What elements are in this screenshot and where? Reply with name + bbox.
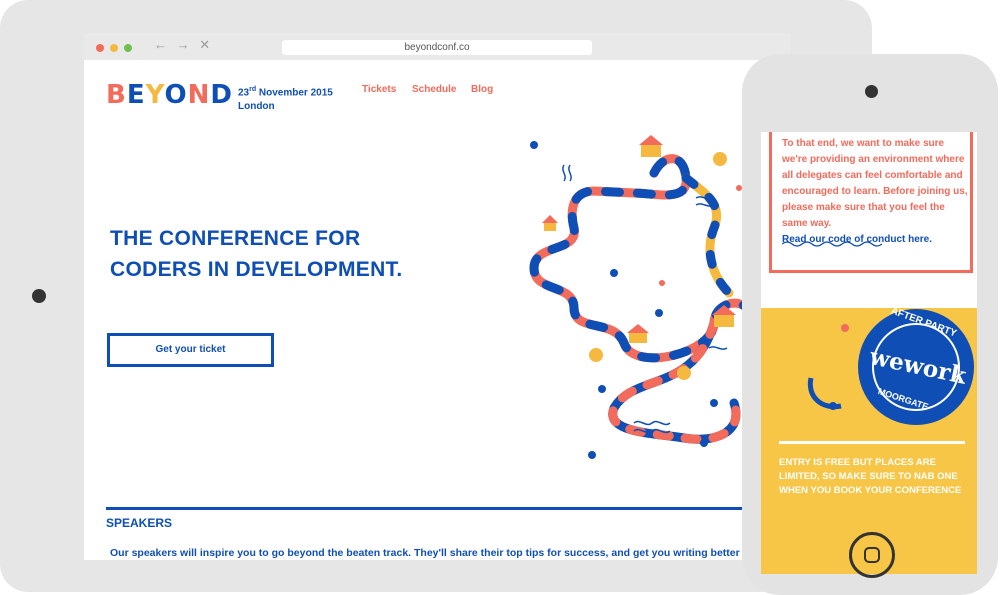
home-button-icon[interactable]: [849, 532, 895, 578]
date-day: 23: [238, 87, 250, 99]
browser-toolbar: ← → ✕ beyondconf.co: [84, 33, 790, 60]
close-dot-icon[interactable]: [96, 44, 104, 52]
address-bar[interactable]: beyondconf.co: [282, 40, 592, 55]
speakers-description: Our speakers will inspire you to go beyo…: [110, 547, 771, 559]
code-paragraph: To that end, we want to make sure we're …: [782, 138, 968, 229]
logo-letter: B: [106, 80, 127, 110]
code-of-conduct-text: To that end, we want to make sure we're …: [782, 136, 970, 248]
date-month-year: November 2015: [256, 87, 333, 99]
hero-title: THE CONFERENCE FOR CODERS IN DEVELOPMENT…: [110, 223, 440, 285]
section-divider: [106, 507, 790, 510]
nav-blog[interactable]: Blog: [471, 84, 493, 95]
speakers-heading: SPEAKERS: [106, 516, 173, 530]
event-date: 23rd November 2015 London: [238, 83, 333, 114]
event-city: London: [238, 101, 275, 113]
hero-title-line: THE CONFERENCE FOR: [110, 227, 361, 250]
nav-arrows-icon[interactable]: ← → ✕: [154, 37, 213, 53]
logo-letter: O: [164, 80, 188, 110]
phone-frame: To that end, we want to make sure we're …: [742, 54, 998, 595]
squiggle-underline-icon: [782, 241, 882, 247]
nav-schedule[interactable]: Schedule: [412, 84, 456, 95]
entry-divider: [779, 441, 965, 444]
home-button-square-icon: [864, 547, 880, 563]
beyond-logo[interactable]: BEYOND: [106, 80, 233, 110]
logo-letter: Y: [145, 80, 165, 110]
minimize-dot-icon[interactable]: [110, 44, 118, 52]
logo-letter: D: [210, 80, 233, 110]
tablet-camera-icon: [32, 289, 46, 303]
code-of-conduct-box: To that end, we want to make sure we're …: [769, 132, 973, 273]
logo-letter: E: [126, 80, 146, 110]
get-ticket-button[interactable]: Get your ticket: [107, 333, 274, 367]
nav-tickets[interactable]: Tickets: [362, 84, 396, 95]
hero-title-line: CODERS IN DEVELOPMENT.: [110, 258, 403, 281]
phone-camera-icon: [865, 85, 878, 98]
entry-info-text: ENTRY IS FREE BUT PLACES ARE LIMITED, SO…: [779, 457, 962, 496]
maximize-dot-icon[interactable]: [124, 44, 132, 52]
browser-window: ← → ✕ beyondconf.co BEYOND 23rd November…: [84, 33, 790, 560]
phone-screen: To that end, we want to make sure we're …: [761, 132, 977, 574]
logo-letter: N: [187, 80, 211, 110]
